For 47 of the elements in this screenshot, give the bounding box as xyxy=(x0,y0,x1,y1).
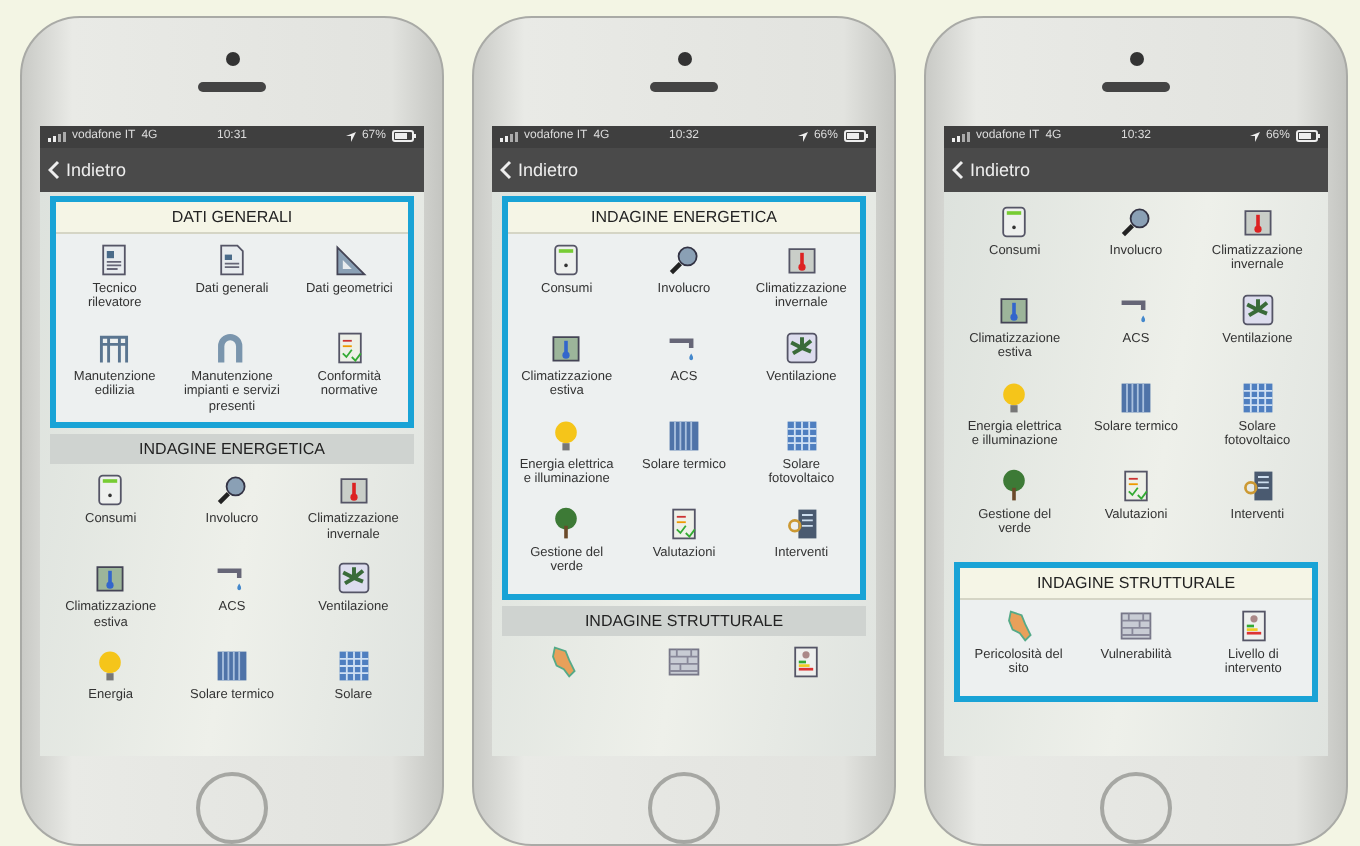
building-icon xyxy=(1239,467,1276,504)
battery-icon xyxy=(1295,130,1320,143)
battery-icon xyxy=(391,130,416,143)
solar-panel-icon xyxy=(783,417,820,454)
signal-icon xyxy=(952,131,970,142)
battery-icon xyxy=(843,130,868,143)
solar-panel-icon xyxy=(213,648,250,685)
chevron-left-icon xyxy=(952,159,964,180)
location-icon xyxy=(797,131,808,142)
back-button[interactable]: Indietro xyxy=(500,159,579,180)
magnifier-icon xyxy=(665,241,702,278)
solar-panel-icon xyxy=(1239,379,1276,416)
signal-icon xyxy=(500,131,518,142)
speaker-icon xyxy=(198,81,266,92)
magnifier-icon xyxy=(213,472,250,509)
speaker-icon xyxy=(650,81,718,92)
section-title: INDAGINE ENERGETICA xyxy=(50,434,414,465)
solar-panel-icon xyxy=(1117,379,1154,416)
floor-plan-icon xyxy=(92,560,129,597)
signal-icon xyxy=(48,131,66,142)
section-title: INDAGINE ENERGETICA xyxy=(508,201,860,234)
location-icon xyxy=(1249,131,1260,142)
home-button[interactable] xyxy=(196,772,268,844)
home-button[interactable] xyxy=(1100,772,1172,844)
back-button[interactable]: Indietro xyxy=(952,159,1031,180)
brick-wall-icon xyxy=(1117,607,1154,644)
fan-icon xyxy=(335,560,372,597)
floor-plan-icon xyxy=(335,472,372,509)
magnifier-icon xyxy=(1117,203,1154,240)
chevron-left-icon xyxy=(48,159,60,180)
fan-icon xyxy=(783,329,820,366)
chevron-left-icon xyxy=(500,159,512,180)
camera-icon xyxy=(225,51,239,66)
location-icon xyxy=(345,131,356,142)
back-button[interactable]: Indietro xyxy=(48,159,127,180)
section-title: INDAGINE STRUTTURALE xyxy=(502,605,866,636)
fan-icon xyxy=(1239,291,1276,328)
solar-panel-icon xyxy=(335,648,372,685)
building-icon xyxy=(783,505,820,542)
home-button[interactable] xyxy=(648,772,720,844)
section-title: DATI GENERALI xyxy=(56,201,408,234)
brick-wall-icon xyxy=(665,643,702,680)
camera-icon xyxy=(677,51,691,66)
solar-panel-icon xyxy=(665,417,702,454)
camera-icon xyxy=(1129,51,1143,66)
section-title: INDAGINE STRUTTURALE xyxy=(960,567,1312,600)
speaker-icon xyxy=(1102,81,1170,92)
